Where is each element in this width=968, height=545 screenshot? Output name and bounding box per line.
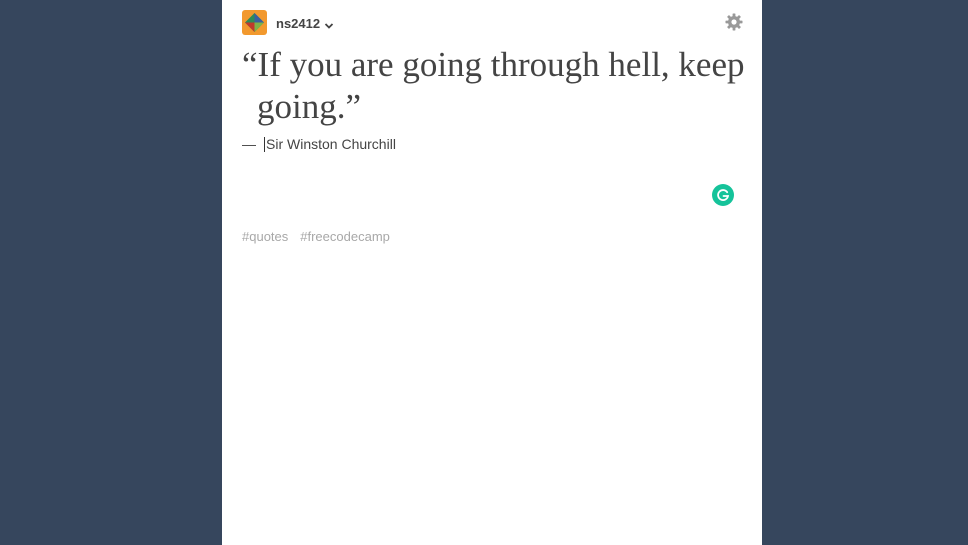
- post-header: ns2412: [242, 10, 744, 35]
- tag-quotes[interactable]: #quotes: [242, 229, 288, 244]
- source-dash: —: [242, 136, 256, 152]
- text-cursor: [264, 136, 265, 152]
- blog-name[interactable]: ns2412: [276, 16, 320, 31]
- quote-text-field[interactable]: “If you are going through hell, keep goi…: [242, 44, 757, 128]
- quote-close-mark: ”: [345, 87, 362, 126]
- chevron-down-icon[interactable]: [324, 18, 334, 29]
- post-editor-panel: ns2412 “If you are going through hell, k: [222, 0, 762, 545]
- grammarly-icon[interactable]: [712, 184, 734, 206]
- source-field[interactable]: — Sir Winston Churchill: [242, 136, 396, 152]
- avatar-icon[interactable]: [242, 10, 267, 35]
- blog-selector[interactable]: ns2412: [276, 13, 334, 33]
- quote-text: If you are going through hell, keep goin…: [257, 45, 745, 126]
- tag-freecodecamp[interactable]: #freecodecamp: [300, 229, 390, 244]
- tags-list: #quotes #freecodecamp: [242, 229, 390, 244]
- gear-icon[interactable]: [724, 12, 744, 32]
- source-text[interactable]: Sir Winston Churchill: [266, 136, 396, 152]
- quote-open-mark: “: [242, 45, 258, 84]
